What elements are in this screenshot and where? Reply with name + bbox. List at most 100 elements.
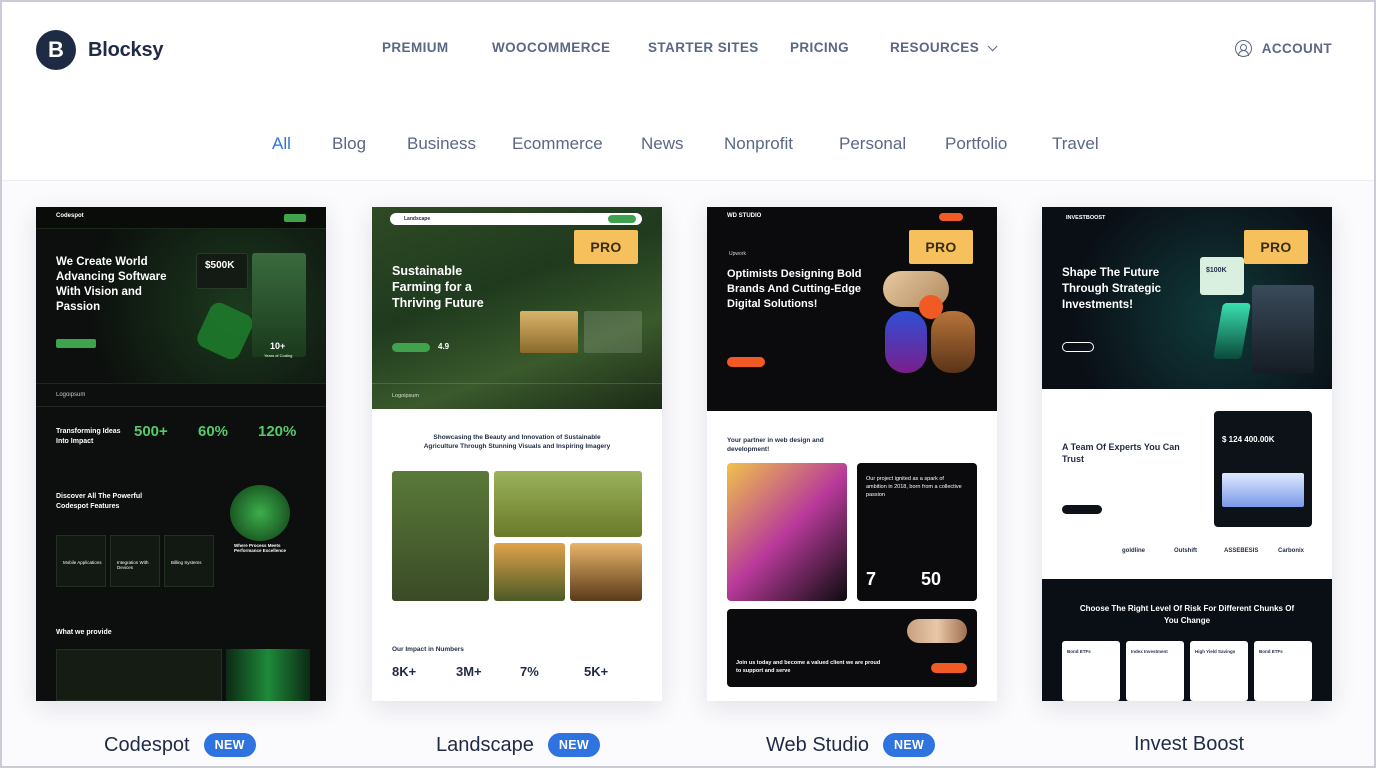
- join-banner: Join us today and become a valued client…: [727, 609, 977, 687]
- partner-3: ASSEBESIS: [1224, 548, 1259, 554]
- stat-money: $500K: [205, 260, 235, 271]
- phone-image: [727, 463, 847, 601]
- nav-starter-sites[interactable]: STARTER SITES: [648, 40, 759, 55]
- nav-resources[interactable]: RESOURCES: [890, 40, 998, 55]
- feature-note: Where Process Meets Performance Excellen…: [234, 543, 287, 553]
- risk-card-2: Index Investment: [1126, 641, 1184, 701]
- filter-personal[interactable]: Personal: [839, 134, 906, 154]
- green-3d-shape: [194, 299, 256, 363]
- nav-pricing[interactable]: PRICING: [790, 40, 849, 55]
- logo-row: Logoipsum: [392, 393, 419, 399]
- stat-card: $100K: [1200, 257, 1244, 295]
- team-avatars: [907, 619, 967, 643]
- stat-1: 7: [866, 569, 877, 589]
- nav-premium[interactable]: PREMIUM: [382, 40, 449, 55]
- partner-title: Your partner in web design and developme…: [727, 437, 824, 453]
- impact-stat-1: 8K+: [392, 664, 417, 679]
- preview-headline: Sustainable Farming for a Thriving Futur…: [392, 264, 484, 310]
- green-orb: [230, 485, 290, 541]
- filter-ecommerce[interactable]: Ecommerce: [512, 134, 603, 154]
- section-title: Showcasing the Beauty and Innovation of …: [423, 434, 611, 450]
- filter-blog[interactable]: Blog: [332, 134, 366, 154]
- template-name[interactable]: Codespot: [104, 734, 190, 757]
- feature-2-label: Integration With Devices: [117, 560, 149, 570]
- preview-cta: [284, 214, 306, 222]
- gallery-image-2: [494, 471, 642, 537]
- template-preview-codespot[interactable]: Codespot We Create World Advancing Softw…: [36, 207, 326, 701]
- filter-business[interactable]: Business: [407, 134, 476, 154]
- risk-title: Choose The Right Level Of Risk For Diffe…: [1079, 604, 1295, 625]
- farmer-photo: [520, 311, 578, 353]
- hero-button: [727, 357, 765, 367]
- stat-card: $500K: [196, 253, 248, 289]
- brand-logo[interactable]: B Blocksy: [36, 30, 164, 70]
- new-badge: NEW: [883, 733, 936, 757]
- partner-2: Outshift: [1174, 548, 1197, 554]
- nav-resources-label: RESOURCES: [890, 40, 980, 55]
- eyebrow: Upwork: [729, 251, 746, 257]
- preview-cta: [608, 215, 636, 223]
- chevron-down-icon: [987, 41, 998, 52]
- template-preview-landscape[interactable]: PRO Landscape Sustainable Farming for a …: [372, 207, 662, 701]
- investor-photo: [1252, 285, 1314, 373]
- stat-money: $100K: [1206, 267, 1227, 274]
- feature-card-2: Integration With Devices: [110, 535, 160, 587]
- gallery-image-1: [392, 471, 489, 601]
- impact-stat-2: 3M+: [456, 664, 482, 679]
- feature-card-1: Mobile Applications: [56, 535, 106, 587]
- filter-nonprofit[interactable]: Nonprofit: [724, 134, 793, 154]
- feature-3-label: Billing Systems: [171, 560, 202, 565]
- category-filters: All Blog Business Ecommerce News Nonprof…: [0, 134, 1376, 158]
- preview-cta: [939, 213, 963, 221]
- partner-logos: goldline Outshift ASSEBESIS Carbonix: [1062, 547, 1312, 559]
- preview-navbar: Landscape: [390, 213, 642, 225]
- brand-name: Blocksy: [88, 38, 164, 61]
- filter-travel[interactable]: Travel: [1052, 134, 1099, 154]
- filter-all[interactable]: All: [272, 134, 291, 154]
- logo-strip: Logoipsum: [36, 383, 326, 407]
- team-button: [1062, 505, 1102, 514]
- risk-card-3: High Yield Savings: [1190, 641, 1248, 701]
- impact-stat-3: 7%: [520, 664, 539, 679]
- what-title: What we provide: [56, 629, 112, 636]
- partner-4: Carbonix: [1278, 548, 1305, 554]
- card-label-codespot: Codespot NEW: [104, 733, 256, 757]
- balance: $ 124 400.00K: [1222, 435, 1275, 444]
- filter-news[interactable]: News: [641, 134, 684, 154]
- risk-card-2-label: Index Investment: [1131, 649, 1168, 654]
- stat-2: 50: [921, 569, 942, 589]
- template-name[interactable]: Web Studio: [766, 734, 869, 757]
- risk-card-4-label: Bond ETFs: [1259, 649, 1283, 654]
- user-icon: [1234, 40, 1252, 57]
- pro-badge: PRO: [1244, 230, 1308, 264]
- crystal-shape: [1213, 303, 1251, 359]
- logo-strip: Logoipsum: [372, 383, 662, 409]
- blocksy-logo-icon: B: [36, 30, 76, 70]
- preview-logo: WD STUDIO: [727, 213, 762, 219]
- stat-years-label: Years of Coding: [264, 353, 293, 358]
- nav-woocommerce[interactable]: WOOCOMMERCE: [492, 40, 610, 55]
- template-preview-invest-boost[interactable]: PRO INVESTBOOST Shape The Future Through…: [1042, 207, 1332, 701]
- account-link[interactable]: ACCOUNT: [1234, 40, 1332, 57]
- risk-card-4: Bond ETFs: [1254, 641, 1312, 701]
- join-button: [931, 663, 967, 673]
- impact-title: Our Impact in Numbers: [392, 646, 464, 653]
- hero-shape-2: [885, 311, 927, 373]
- preview-logo: Landscape: [404, 216, 431, 222]
- green-wave: [226, 649, 310, 701]
- team-title: A Team Of Experts You Can Trust: [1062, 442, 1180, 464]
- impact-stat-4: 5K+: [584, 664, 609, 679]
- card-label-landscape: Landscape NEW: [436, 733, 600, 757]
- risk-section: Choose The Right Level Of Risk For Diffe…: [1042, 579, 1332, 701]
- risk-card-1-label: Bond ETFs: [1067, 649, 1091, 654]
- card-label-web-studio: Web Studio NEW: [766, 733, 936, 757]
- stat-2: 60%: [198, 423, 229, 440]
- template-name[interactable]: Invest Boost: [1134, 733, 1244, 756]
- risk-card-1: Bond ETFs: [1062, 641, 1120, 701]
- template-name[interactable]: Landscape: [436, 734, 534, 757]
- filter-portfolio[interactable]: Portfolio: [945, 134, 1007, 154]
- join-text: Join us today and become a valued client…: [736, 660, 881, 674]
- preview-headline: We Create World Advancing Software With …: [56, 256, 167, 313]
- logo-row: Logoipsum: [56, 392, 86, 398]
- template-preview-web-studio[interactable]: PRO WD STUDIO Upwork Optimists Designing…: [707, 207, 997, 701]
